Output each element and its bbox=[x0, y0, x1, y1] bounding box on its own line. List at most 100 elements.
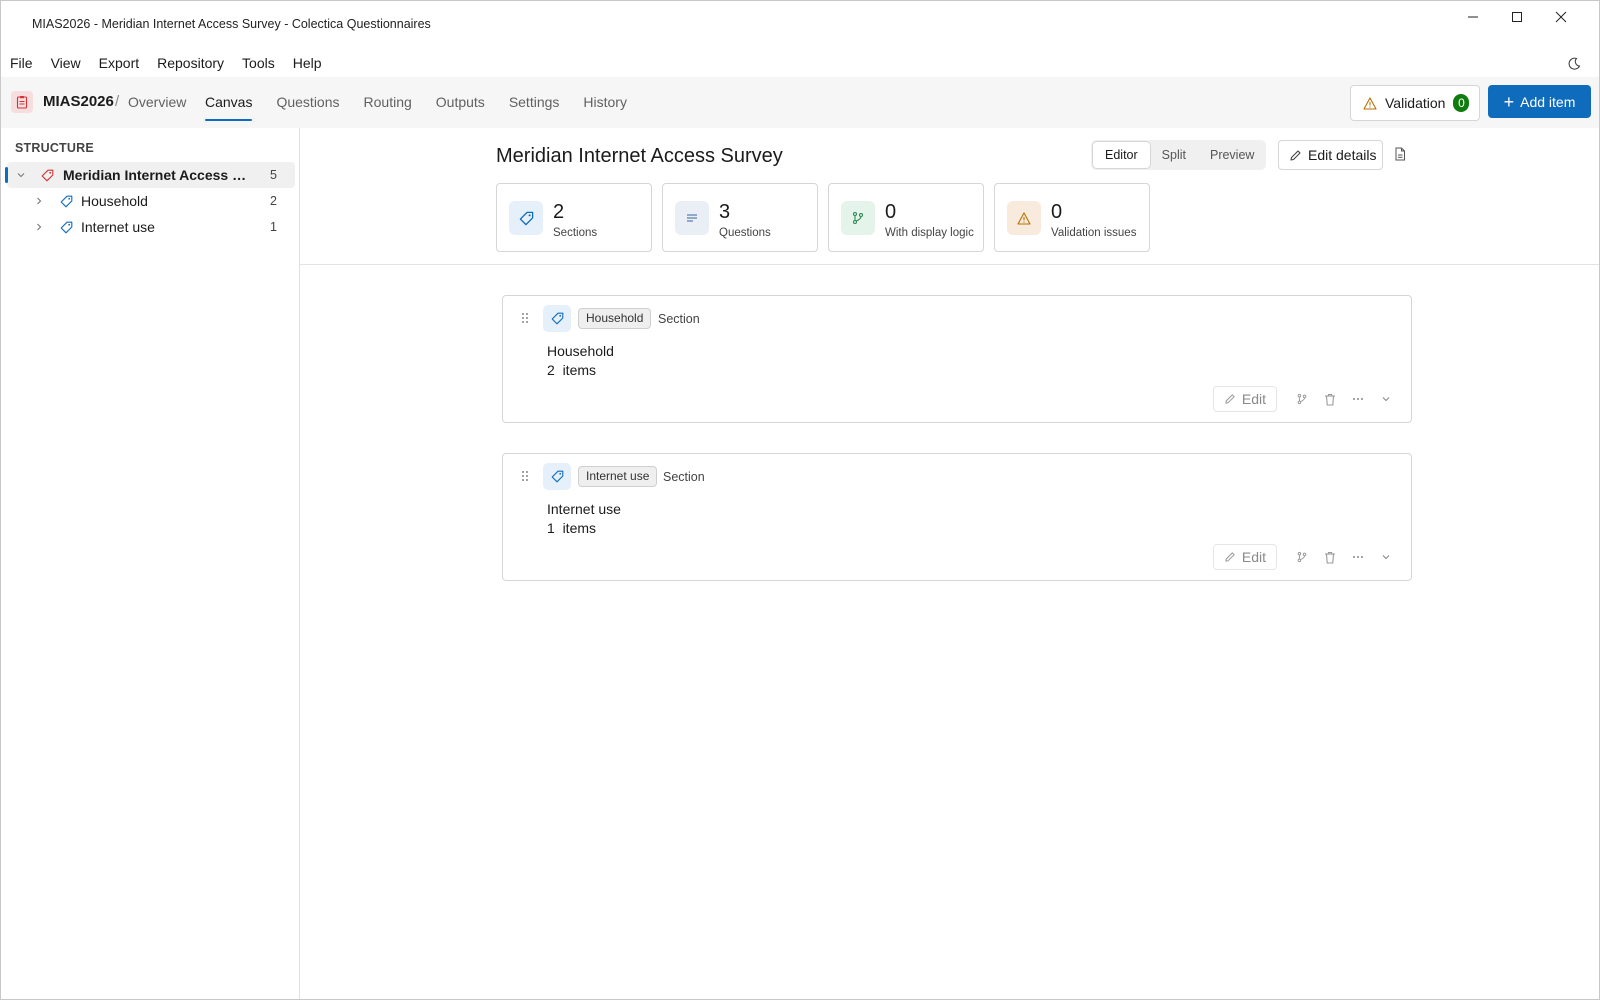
stats-row: 2 Sections 3 Questions 0 With display lo… bbox=[496, 183, 1160, 252]
structure-sidebar: STRUCTURE Meridian Internet Access Su...… bbox=[1, 128, 300, 999]
stat-value: 3 bbox=[719, 201, 731, 223]
tree-item-count: 5 bbox=[270, 168, 277, 182]
section-actions: Edit bbox=[1212, 544, 1397, 570]
section-type-label: Section bbox=[663, 470, 705, 484]
trash-icon[interactable] bbox=[1319, 388, 1341, 410]
breadcrumb-overview[interactable]: Overview bbox=[128, 94, 186, 110]
tab-outputs[interactable]: Outputs bbox=[436, 77, 485, 128]
stat-label: Validation issues bbox=[1051, 227, 1137, 239]
breadcrumb-project[interactable]: MIAS2026 bbox=[43, 93, 114, 110]
tab-settings[interactable]: Settings bbox=[509, 77, 560, 128]
close-icon[interactable] bbox=[1539, 1, 1583, 33]
sidebar-heading: STRUCTURE bbox=[15, 141, 94, 155]
menu-view[interactable]: View bbox=[51, 55, 81, 71]
menu-export[interactable]: Export bbox=[99, 55, 139, 71]
section-card-internet-use[interactable]: Internet use Section Internet use 1 item… bbox=[502, 453, 1412, 581]
section-chip: Internet use bbox=[578, 466, 658, 487]
tree-item-count: 2 bbox=[270, 194, 277, 208]
tree-item-count: 1 bbox=[270, 220, 277, 234]
document-export-icon[interactable] bbox=[1392, 146, 1408, 162]
pencil-icon bbox=[1289, 149, 1302, 162]
section-actions: Edit bbox=[1212, 386, 1397, 412]
stat-label: Sections bbox=[553, 227, 598, 239]
warning-icon bbox=[1363, 96, 1377, 110]
chevron-right-icon[interactable] bbox=[33, 195, 45, 207]
view-mode-toggle: Editor Split Preview bbox=[1091, 140, 1266, 170]
tab-strip: Canvas Questions Routing Outputs Setting… bbox=[205, 77, 651, 128]
edit-details-button[interactable]: Edit details bbox=[1278, 140, 1383, 170]
stat-value: 0 bbox=[885, 201, 897, 223]
tag-icon bbox=[543, 305, 571, 332]
maximize-icon[interactable] bbox=[1495, 1, 1539, 33]
branch-icon[interactable] bbox=[1291, 388, 1313, 410]
survey-header: Meridian Internet Access Survey Editor S… bbox=[300, 128, 1599, 265]
section-item-count: 2 items bbox=[547, 362, 597, 378]
view-mode-preview[interactable]: Preview bbox=[1198, 142, 1266, 168]
menu-tools[interactable]: Tools bbox=[242, 55, 275, 71]
chevron-down-icon[interactable] bbox=[15, 169, 27, 181]
stat-card-questions: 3 Questions bbox=[662, 183, 818, 252]
trash-icon[interactable] bbox=[1319, 546, 1341, 568]
drag-handle-icon[interactable] bbox=[518, 311, 532, 325]
tab-canvas[interactable]: Canvas bbox=[205, 77, 253, 128]
tree-item-household[interactable]: Household 2 bbox=[7, 188, 295, 214]
breadcrumb-separator: / bbox=[115, 93, 120, 110]
validation-button[interactable]: Validation 0 bbox=[1350, 85, 1480, 121]
window-title: MIAS2026 - Meridian Internet Access Surv… bbox=[32, 17, 431, 31]
add-item-label: Add item bbox=[1520, 93, 1576, 110]
section-name: Internet use bbox=[547, 501, 621, 517]
tag-icon bbox=[40, 168, 54, 182]
menu-repository[interactable]: Repository bbox=[157, 55, 224, 71]
survey-title: Meridian Internet Access Survey bbox=[496, 145, 783, 167]
minimize-icon[interactable] bbox=[1451, 1, 1495, 33]
tab-routing[interactable]: Routing bbox=[364, 77, 412, 128]
edit-details-label: Edit details bbox=[1308, 147, 1377, 163]
chevron-right-icon[interactable] bbox=[33, 221, 45, 233]
branch-icon bbox=[841, 201, 875, 235]
section-type-label: Section bbox=[658, 312, 700, 326]
tag-icon bbox=[59, 220, 73, 234]
tree-item-label: Household bbox=[81, 193, 148, 209]
edit-label: Edit bbox=[1241, 391, 1266, 407]
tag-icon bbox=[509, 201, 543, 235]
chevron-down-icon[interactable] bbox=[1375, 388, 1397, 410]
warning-icon bbox=[1007, 201, 1041, 235]
section-name: Household bbox=[547, 343, 614, 359]
title-bar: MIAS2026 - Meridian Internet Access Surv… bbox=[1, 1, 1599, 49]
validation-label: Validation bbox=[1385, 95, 1446, 111]
edit-button[interactable]: Edit bbox=[1212, 386, 1277, 412]
app-window: MIAS2026 - Meridian Internet Access Surv… bbox=[0, 0, 1600, 1000]
tag-icon bbox=[59, 194, 73, 208]
stat-card-sections: 2 Sections bbox=[496, 183, 652, 252]
menu-help[interactable]: Help bbox=[293, 55, 322, 71]
add-item-button[interactable]: + Add item bbox=[1488, 85, 1591, 118]
view-mode-split[interactable]: Split bbox=[1150, 142, 1198, 168]
stat-label: With display logic bbox=[885, 227, 974, 239]
menu-file[interactable]: File bbox=[10, 55, 33, 71]
nav-bar: MIAS2026 / Overview Canvas Questions Rou… bbox=[1, 77, 1599, 128]
moon-icon[interactable] bbox=[1565, 55, 1583, 73]
pencil-icon bbox=[1224, 551, 1236, 563]
tree-item-internet-use[interactable]: Internet use 1 bbox=[7, 214, 295, 240]
tab-history[interactable]: History bbox=[583, 77, 627, 128]
edit-label: Edit bbox=[1241, 549, 1266, 565]
stat-value: 2 bbox=[553, 201, 565, 223]
section-card-household[interactable]: Household Section Household 2 items Edit bbox=[502, 295, 1412, 423]
view-mode-editor[interactable]: Editor bbox=[1093, 142, 1150, 168]
canvas-main: Meridian Internet Access Survey Editor S… bbox=[300, 128, 1599, 999]
drag-handle-icon[interactable] bbox=[518, 469, 532, 483]
edit-button[interactable]: Edit bbox=[1212, 544, 1277, 570]
pencil-icon bbox=[1224, 393, 1236, 405]
section-chip: Household bbox=[578, 308, 652, 329]
tag-icon bbox=[543, 463, 571, 490]
branch-icon[interactable] bbox=[1291, 546, 1313, 568]
tab-questions[interactable]: Questions bbox=[276, 77, 339, 128]
clipboard-icon bbox=[11, 91, 33, 113]
chevron-down-icon[interactable] bbox=[1375, 546, 1397, 568]
more-icon[interactable] bbox=[1347, 546, 1369, 568]
tree-item-survey[interactable]: Meridian Internet Access Su... 5 bbox=[5, 162, 295, 188]
plus-icon: + bbox=[1503, 91, 1515, 112]
more-icon[interactable] bbox=[1347, 388, 1369, 410]
tree-item-label: Meridian Internet Access Su... bbox=[63, 167, 255, 183]
stat-card-validation: 0 Validation issues bbox=[994, 183, 1150, 252]
